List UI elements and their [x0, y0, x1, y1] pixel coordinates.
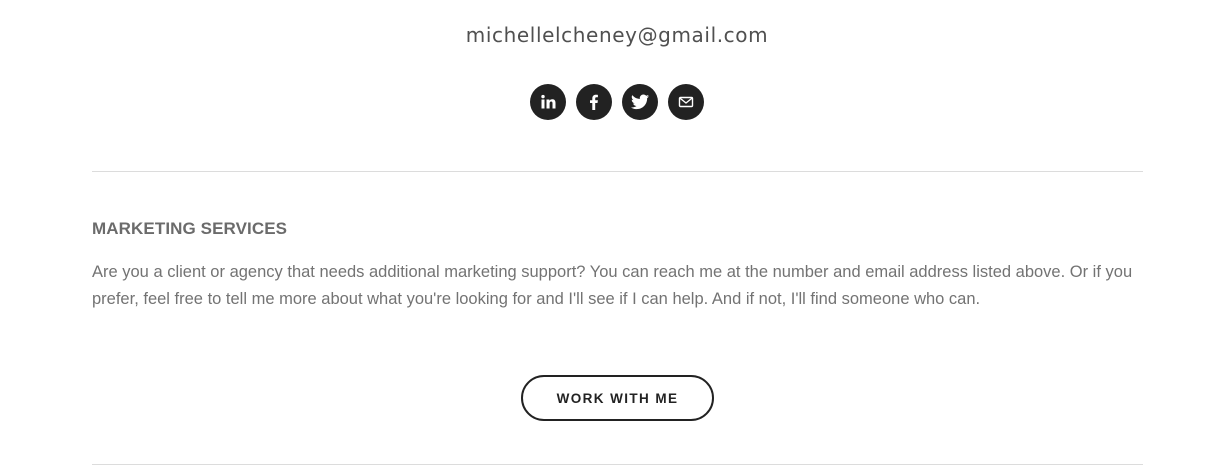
- work-with-me-button[interactable]: WORK WITH ME: [521, 375, 714, 421]
- linkedin-icon: [541, 94, 556, 109]
- facebook-icon: [590, 94, 598, 110]
- email-button[interactable]: [668, 84, 704, 120]
- section-title: MARKETING SERVICES: [92, 219, 288, 238]
- section-divider-top: [92, 171, 1143, 172]
- email-link[interactable]: michellelcheney@gmail.com: [0, 22, 1218, 48]
- mail-icon: [678, 96, 694, 108]
- linkedin-button[interactable]: [530, 84, 566, 120]
- social-links: [530, 84, 704, 120]
- section-description: Are you a client or agency that needs ad…: [92, 263, 1133, 308]
- twitter-button[interactable]: [622, 84, 658, 120]
- twitter-icon: [631, 94, 649, 110]
- facebook-button[interactable]: [576, 84, 612, 120]
- section-divider-bottom: [92, 464, 1143, 465]
